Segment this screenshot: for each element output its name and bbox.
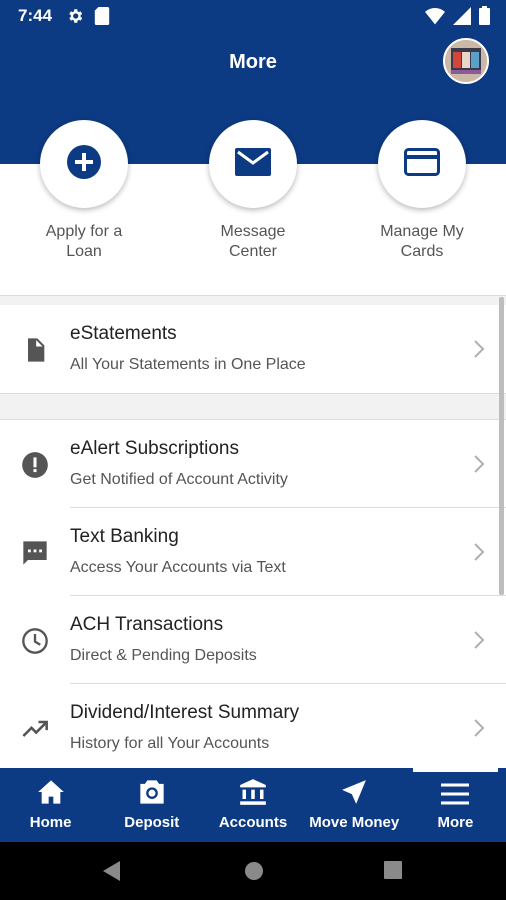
battery-icon bbox=[479, 6, 490, 30]
nav-label: Move Money bbox=[309, 814, 400, 831]
nav-label: Home bbox=[29, 814, 72, 831]
bank-icon bbox=[239, 779, 267, 810]
menu-item-ach-transactions[interactable]: ACH Transactions Direct & Pending Deposi… bbox=[0, 596, 506, 684]
status-time: 7:44 bbox=[18, 6, 53, 25]
recents-icon[interactable] bbox=[384, 861, 402, 884]
message-center-button[interactable] bbox=[209, 120, 297, 208]
clock-icon bbox=[21, 627, 49, 655]
menu-item-title: ACH Transactions bbox=[70, 614, 224, 635]
menu-icon bbox=[441, 783, 470, 810]
menu-item-subtitle: Direct & Pending Deposits bbox=[70, 647, 257, 664]
chevron-right-icon bbox=[472, 542, 486, 562]
menu-item-subtitle: All Your Statements in One Place bbox=[70, 356, 306, 373]
menu-item-title: Dividend/Interest Summary bbox=[70, 702, 300, 723]
nav-accounts[interactable]: Accounts bbox=[202, 768, 303, 842]
nav-deposit[interactable]: Deposit bbox=[101, 768, 202, 842]
nav-more[interactable]: More bbox=[405, 768, 506, 842]
nav-move-money[interactable]: Move Money bbox=[304, 768, 405, 842]
nav-label: More bbox=[437, 814, 474, 831]
page-title: More bbox=[229, 51, 277, 73]
trending-up-icon bbox=[21, 715, 49, 743]
home-icon bbox=[37, 779, 65, 810]
home-button-icon[interactable] bbox=[244, 861, 264, 886]
menu-item-subtitle: Get Notified of Account Activity bbox=[70, 471, 288, 488]
navigation-arrow-icon bbox=[341, 779, 367, 810]
menu-item-ealert-subscriptions[interactable]: eAlert Subscriptions Get Notified of Acc… bbox=[0, 420, 506, 508]
document-icon bbox=[21, 336, 49, 364]
menu-item-title: eStatements bbox=[70, 323, 177, 344]
menu-item-text-banking[interactable]: Text Banking Access Your Accounts via Te… bbox=[0, 508, 506, 596]
nav-home[interactable]: Home bbox=[0, 768, 101, 842]
back-icon[interactable] bbox=[102, 861, 122, 886]
system-nav-bar bbox=[0, 842, 506, 900]
quick-action-message-center[interactable]: Message Center bbox=[188, 120, 318, 262]
quick-action-apply-loan[interactable]: Apply for a Loan bbox=[19, 120, 149, 262]
credit-card-icon bbox=[404, 147, 440, 181]
scrollbar[interactable] bbox=[499, 297, 504, 595]
quick-action-manage-cards[interactable]: Manage My Cards bbox=[357, 120, 487, 262]
manage-cards-label: Manage My Cards bbox=[380, 223, 464, 260]
apply-loan-label: Apply for a Loan bbox=[45, 223, 123, 260]
chevron-right-icon bbox=[472, 718, 486, 738]
menu-item-estatements[interactable]: eStatements All Your Statements in One P… bbox=[0, 305, 506, 393]
active-indicator bbox=[412, 768, 499, 772]
message-center-label: Message Center bbox=[220, 223, 286, 260]
sd-card-icon bbox=[94, 7, 110, 30]
menu-item-title: Text Banking bbox=[70, 526, 179, 547]
settings-icon bbox=[66, 7, 84, 30]
chevron-right-icon bbox=[472, 339, 486, 359]
manage-cards-button[interactable] bbox=[378, 120, 466, 208]
signal-icon bbox=[453, 6, 471, 30]
chevron-right-icon bbox=[472, 630, 486, 650]
nav-label: Accounts bbox=[218, 814, 288, 831]
plus-circle-icon bbox=[66, 144, 102, 185]
chat-icon bbox=[21, 539, 49, 567]
nav-label: Deposit bbox=[124, 814, 180, 831]
section-divider bbox=[0, 393, 506, 420]
wifi-icon bbox=[425, 7, 445, 30]
bottom-nav: Home Deposit Accounts Move Money More bbox=[0, 768, 506, 842]
menu-item-dividend-interest-summary[interactable]: Dividend/Interest Summary History for al… bbox=[0, 684, 506, 772]
menu-item-subtitle: Access Your Accounts via Text bbox=[70, 559, 286, 576]
menu-item-subtitle: History for all Your Accounts bbox=[70, 735, 270, 752]
menu-item-title: eAlert Subscriptions bbox=[70, 438, 239, 459]
status-bar: 7:44 bbox=[0, 0, 506, 32]
avatar[interactable] bbox=[443, 38, 489, 84]
camera-icon bbox=[138, 779, 166, 810]
alert-icon bbox=[21, 451, 49, 479]
chevron-right-icon bbox=[472, 454, 486, 474]
mail-icon bbox=[235, 147, 271, 181]
apply-loan-button[interactable] bbox=[40, 120, 128, 208]
